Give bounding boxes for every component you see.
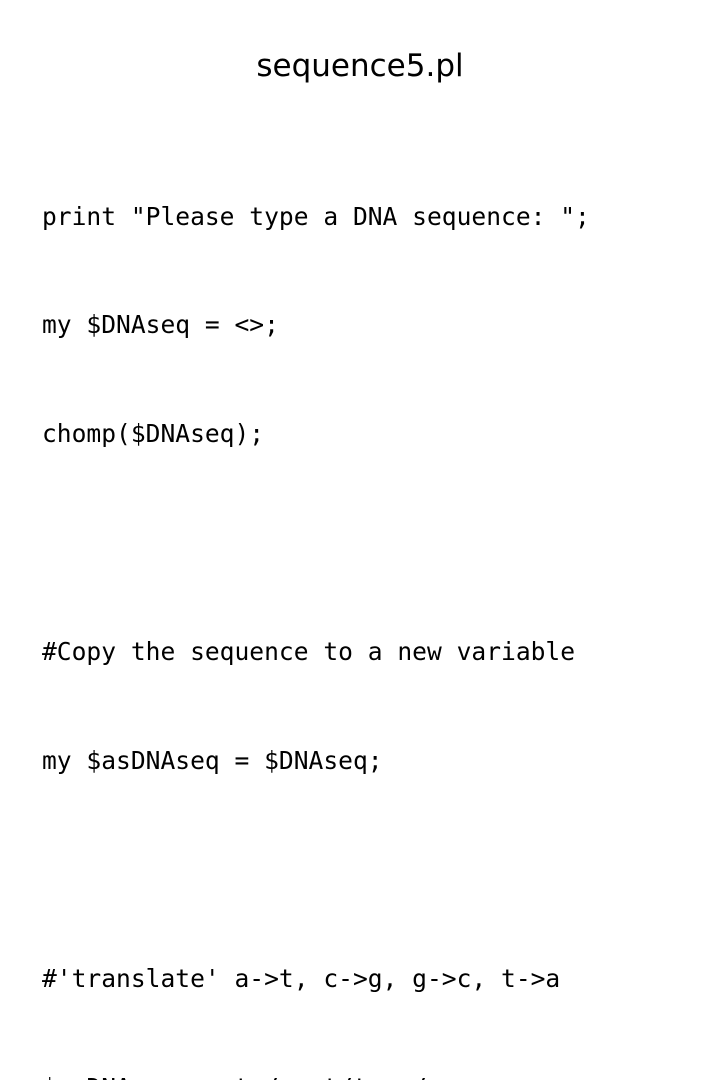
code-line: $asDNAseq =~ tr/acgt/tgca/; bbox=[42, 1070, 714, 1080]
page-title: sequence5.pl bbox=[256, 48, 464, 84]
code-block: print "Please type a DNA sequence: "; my… bbox=[42, 126, 714, 1080]
code-line: print "Please type a DNA sequence: "; bbox=[42, 201, 590, 231]
code-line: #'translate' a->t, c->g, g->c, t->a bbox=[42, 963, 561, 993]
slide-canvas: sequence5.pl print "Please type a DNA se… bbox=[0, 0, 720, 1080]
code-line: my $asDNAseq = $DNAseq; bbox=[42, 746, 383, 776]
code-line: #Copy the sequence to a new variable bbox=[42, 637, 576, 667]
code-line: my $DNAseq = <>; bbox=[42, 310, 279, 340]
code-line: chomp($DNAseq); bbox=[42, 419, 265, 449]
